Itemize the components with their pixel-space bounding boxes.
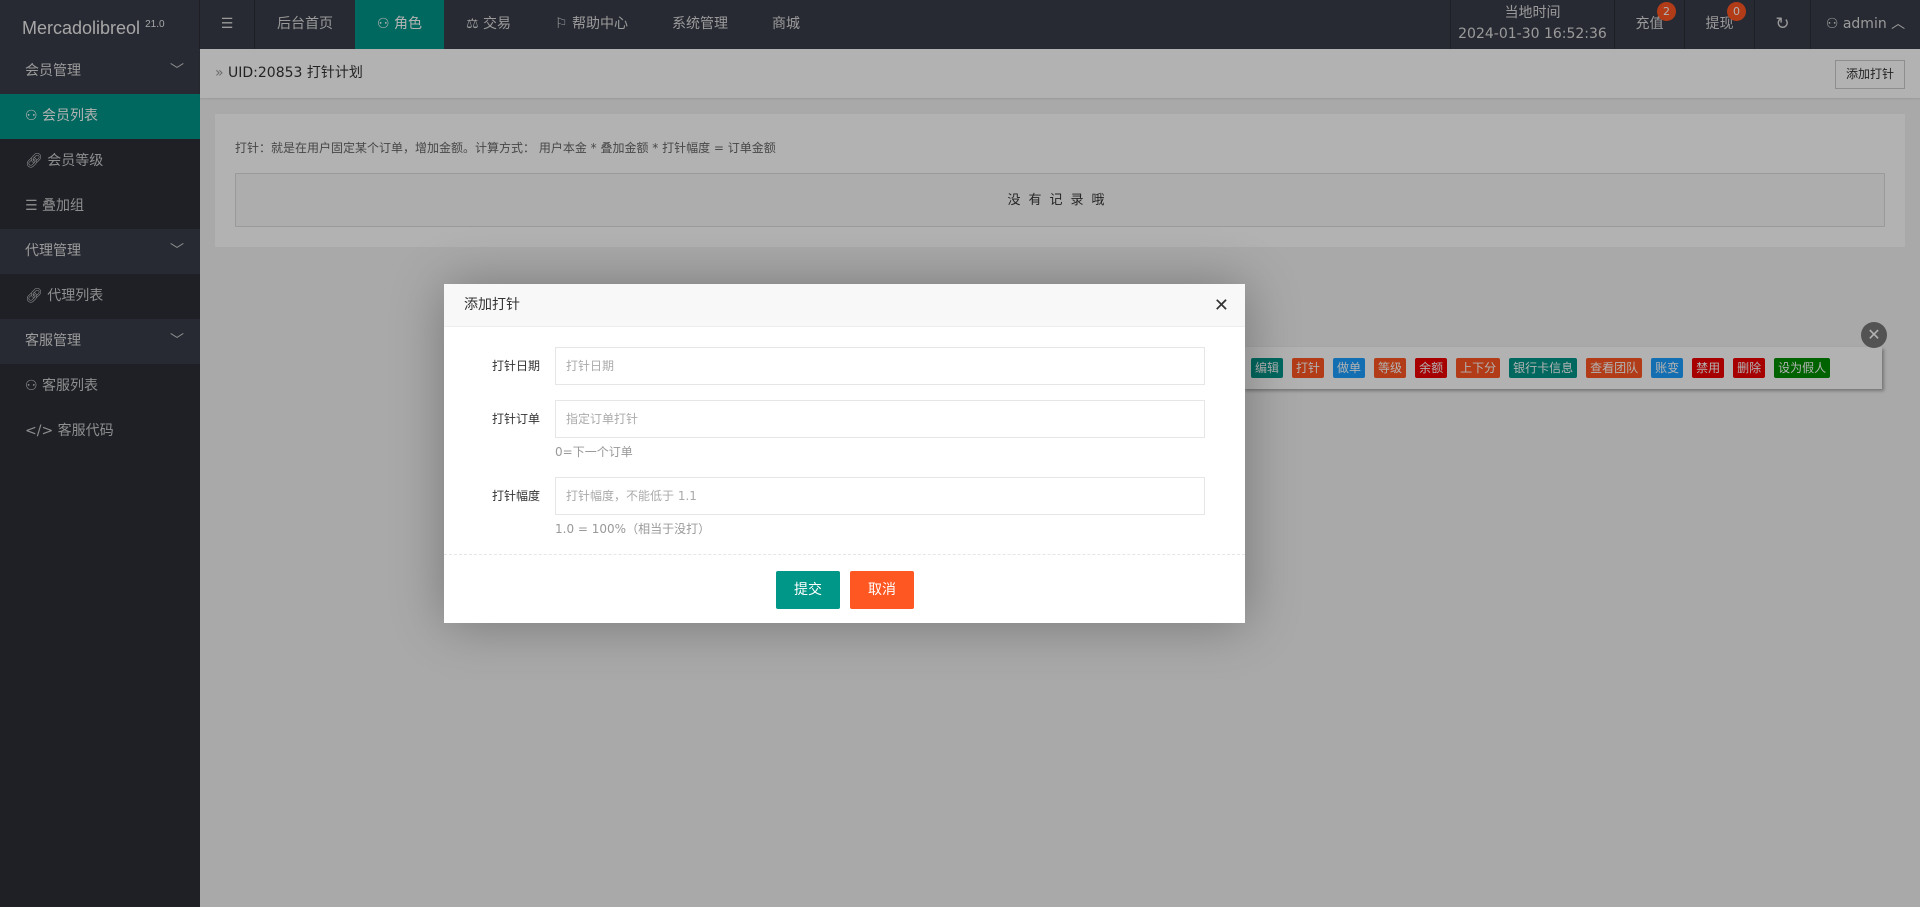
date-input[interactable]	[555, 347, 1205, 385]
cancel-button[interactable]: 取消	[850, 571, 914, 609]
close-icon[interactable]: ✕	[1214, 284, 1229, 327]
submit-button[interactable]: 提交	[776, 571, 840, 609]
amplitude-input[interactable]	[555, 477, 1205, 515]
divider	[444, 554, 1245, 555]
modal-header: 添加打针 ✕	[444, 284, 1245, 327]
order-input[interactable]	[555, 400, 1205, 438]
add-injection-modal: 添加打针✕ 打针日期 打针订单 0=下一个订单 打针幅度 1.0 = 100%（…	[444, 284, 1245, 623]
